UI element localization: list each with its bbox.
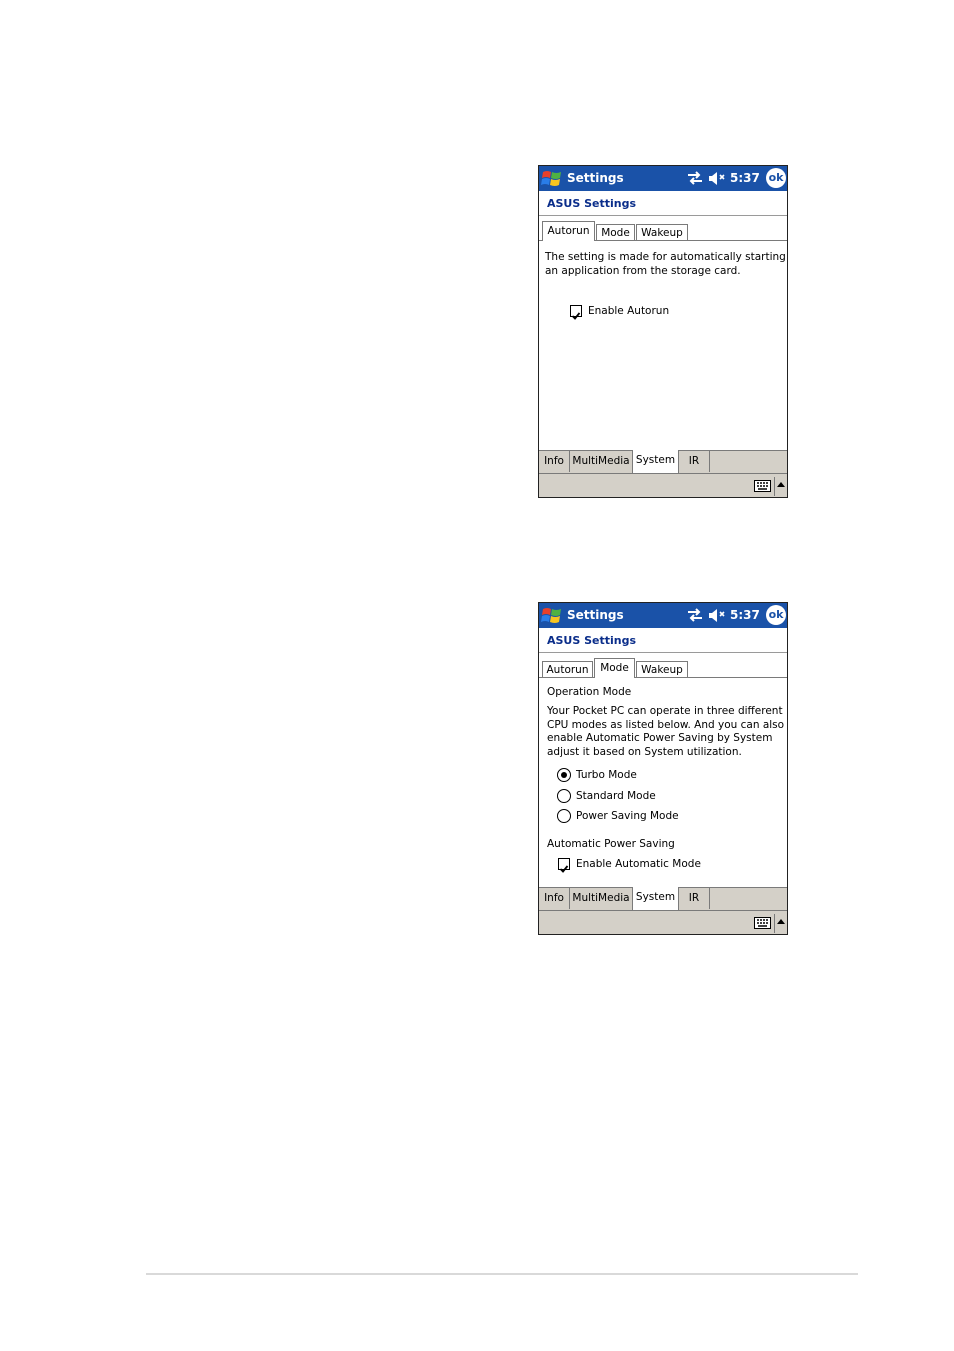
- bottom-tab-multimedia[interactable]: MultiMedia: [570, 451, 633, 472]
- menu-separator: [774, 477, 775, 496]
- tab-mode[interactable]: Mode: [596, 224, 635, 240]
- description-line-1: Your Pocket PC can operate in three diff…: [547, 705, 783, 717]
- page-footer-rule: [146, 1273, 858, 1275]
- power-saving-mode-label[interactable]: Power Saving Mode: [576, 810, 679, 824]
- windows-flag-icon[interactable]: [541, 605, 563, 626]
- tab-autorun[interactable]: Autorun: [542, 221, 595, 241]
- menu-separator: [774, 914, 775, 933]
- bottom-tab-strip: Info MultiMedia System IR: [539, 450, 787, 473]
- connectivity-icon[interactable]: [687, 171, 703, 185]
- ok-button[interactable]: ok: [766, 605, 786, 625]
- speaker-muted-icon[interactable]: [708, 171, 726, 186]
- app-title: Settings: [567, 608, 624, 622]
- description-line-3: enable Automatic Power Saving by System: [547, 732, 773, 744]
- up-arrow-icon[interactable]: [777, 918, 785, 926]
- radio-selected-dot: [561, 772, 567, 778]
- title-bar: Settings 5:37 ok: [539, 166, 787, 191]
- bottom-tab-ir[interactable]: IR: [679, 451, 710, 472]
- clock[interactable]: 5:37: [730, 171, 760, 185]
- check-icon: [571, 312, 581, 320]
- description-line-1: The setting is made for automatically st…: [545, 251, 786, 263]
- operation-mode-label: Operation Mode: [547, 686, 632, 698]
- menu-bar: [539, 473, 787, 497]
- clock[interactable]: 5:37: [730, 608, 760, 622]
- page-heading: ASUS Settings: [547, 197, 637, 210]
- automatic-power-saving-label: Automatic Power Saving: [547, 838, 675, 850]
- tab-divider: [539, 677, 787, 678]
- tab-wakeup[interactable]: Wakeup: [636, 224, 688, 240]
- standard-mode-label[interactable]: Standard Mode: [576, 790, 656, 804]
- connectivity-icon[interactable]: [687, 608, 703, 622]
- ok-button[interactable]: ok: [766, 168, 786, 188]
- power-saving-mode-radio[interactable]: [557, 809, 571, 823]
- tab-wakeup[interactable]: Wakeup: [636, 661, 688, 677]
- keyboard-icon[interactable]: [754, 480, 771, 492]
- windows-flag-icon[interactable]: [541, 168, 563, 189]
- pocketpc-screen-mode: Settings 5:37 ok ASUS Settings Autorun M…: [538, 602, 788, 935]
- up-arrow-icon[interactable]: [777, 481, 785, 489]
- description-line-2: CPU modes as listed below. And you can a…: [547, 719, 785, 731]
- turbo-mode-radio[interactable]: [557, 768, 571, 782]
- bottom-tab-multimedia[interactable]: MultiMedia: [570, 888, 633, 909]
- menu-bar: [539, 910, 787, 934]
- top-tab-strip: Autorun Mode Wakeup: [541, 658, 787, 678]
- tab-mode[interactable]: Mode: [594, 658, 635, 678]
- top-tab-strip: Autorun Mode Wakeup: [541, 221, 787, 241]
- check-icon: [559, 865, 569, 873]
- title-bar: Settings 5:37 ok: [539, 603, 787, 628]
- app-title: Settings: [567, 171, 624, 185]
- enable-automatic-mode-checkbox[interactable]: [558, 858, 570, 873]
- enable-autorun-checkbox[interactable]: [570, 305, 582, 320]
- bottom-tab-system[interactable]: System: [632, 887, 679, 910]
- heading-divider: [539, 652, 787, 653]
- enable-automatic-mode-label[interactable]: Enable Automatic Mode: [576, 858, 701, 872]
- tab-autorun[interactable]: Autorun: [542, 661, 593, 677]
- turbo-mode-label[interactable]: Turbo Mode: [576, 769, 637, 783]
- description-line-4: adjust it based on System utilization.: [547, 746, 742, 758]
- bottom-tab-info[interactable]: Info: [539, 888, 570, 909]
- standard-mode-radio[interactable]: [557, 789, 571, 803]
- page-heading: ASUS Settings: [547, 634, 637, 647]
- bottom-tab-strip: Info MultiMedia System IR: [539, 887, 787, 910]
- speaker-muted-icon[interactable]: [708, 608, 726, 623]
- description-line-2: an application from the storage card.: [545, 265, 741, 277]
- heading-divider: [539, 215, 787, 216]
- bottom-tab-info[interactable]: Info: [539, 451, 570, 472]
- enable-autorun-label[interactable]: Enable Autorun: [588, 305, 669, 319]
- bottom-tab-ir[interactable]: IR: [679, 888, 710, 909]
- keyboard-icon[interactable]: [754, 917, 771, 929]
- pocketpc-screen-autorun: Settings 5:37 ok ASUS Settings Autorun M…: [538, 165, 788, 498]
- bottom-tab-system[interactable]: System: [632, 450, 679, 473]
